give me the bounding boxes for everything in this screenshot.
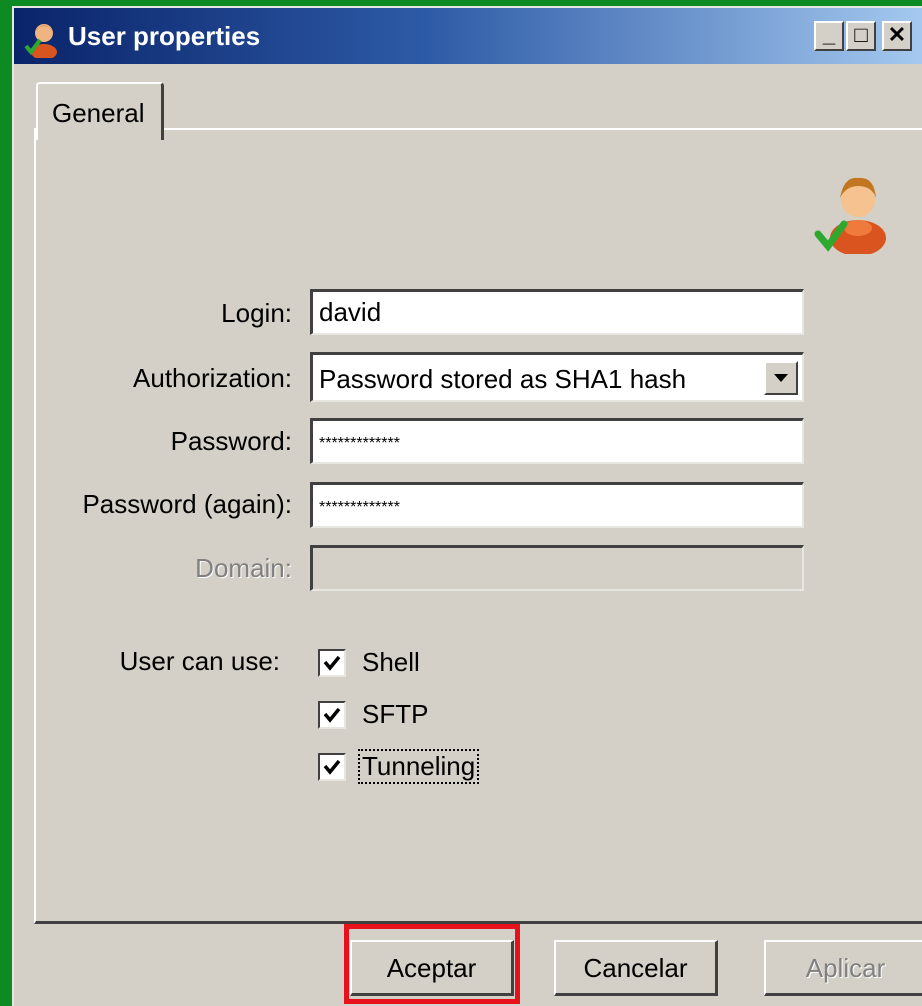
authorization-label: Authorization: <box>133 363 292 393</box>
shell-label[interactable]: Shell <box>362 647 420 678</box>
chevron-down-icon[interactable] <box>764 361 798 395</box>
maximize-button[interactable]: □ <box>846 21 876 51</box>
minimize-button[interactable]: _ <box>814 21 844 51</box>
window-title: User properties <box>68 21 261 51</box>
close-button[interactable]: ✕ <box>882 21 912 51</box>
authorization-value: Password stored as SHA1 hash <box>319 364 687 394</box>
apply-button: Aplicar <box>764 940 922 996</box>
accept-button[interactable]: Aceptar <box>350 940 514 996</box>
sftp-checkbox[interactable] <box>318 701 346 729</box>
password-label: Password: <box>170 426 292 456</box>
tunneling-label[interactable]: Tunneling <box>357 749 480 784</box>
check-icon <box>323 759 341 775</box>
title-bar[interactable]: User properties _ □ ✕ <box>14 8 922 64</box>
login-label: Login: <box>221 298 292 328</box>
authorization-select[interactable]: Password stored as SHA1 hash <box>310 352 804 402</box>
domain-field <box>310 545 804 591</box>
cancel-button[interactable]: Cancelar <box>554 940 718 996</box>
domain-label: Domain: <box>195 553 292 583</box>
login-field[interactable] <box>310 289 804 335</box>
password-again-field[interactable] <box>310 482 804 528</box>
user-properties-dialog: User properties _ □ ✕ General Login: Aut… <box>12 6 922 1006</box>
user-check-icon <box>814 177 886 254</box>
tunneling-checkbox[interactable] <box>318 753 346 781</box>
user-can-use-label: User can use: <box>119 646 280 676</box>
password-again-label: Password (again): <box>82 489 292 519</box>
user-icon <box>24 24 57 58</box>
check-icon <box>323 707 341 723</box>
check-icon <box>323 655 341 671</box>
tab-general-label: General <box>52 98 145 128</box>
sftp-label[interactable]: SFTP <box>362 699 428 730</box>
tab-general[interactable]: General <box>36 82 164 140</box>
shell-checkbox[interactable] <box>318 649 346 677</box>
password-field[interactable] <box>310 418 804 464</box>
